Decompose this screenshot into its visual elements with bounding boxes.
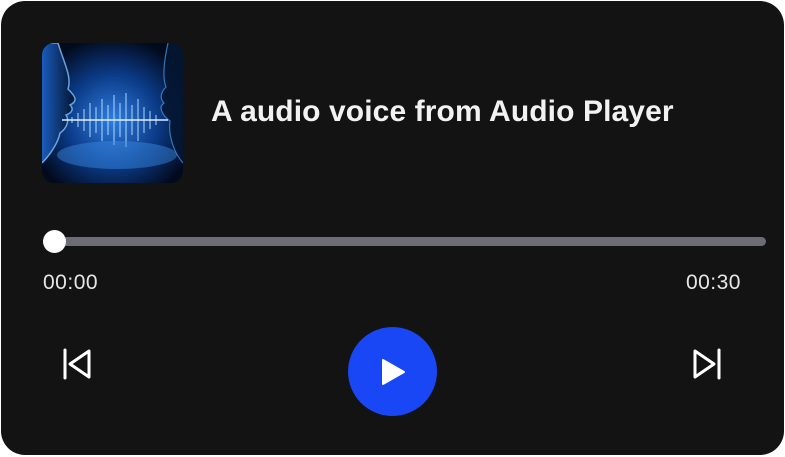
play-icon <box>382 359 405 385</box>
skip-previous-icon <box>63 348 91 380</box>
track-title: A audio voice from Audio Player <box>211 95 674 128</box>
progress-thumb[interactable] <box>43 230 66 253</box>
album-artwork <box>42 43 183 183</box>
play-button[interactable] <box>348 327 437 416</box>
skip-next-icon <box>693 348 721 380</box>
total-time: 00:30 <box>685 271 741 294</box>
audio-player-card: A audio voice from Audio Player 00:00 00… <box>1 1 784 455</box>
previous-track-button[interactable] <box>61 348 93 380</box>
next-track-button[interactable] <box>691 348 723 380</box>
progress-slider[interactable] <box>43 230 766 253</box>
voice-waveform-artwork-icon <box>42 43 183 183</box>
current-time: 00:00 <box>43 271 99 294</box>
